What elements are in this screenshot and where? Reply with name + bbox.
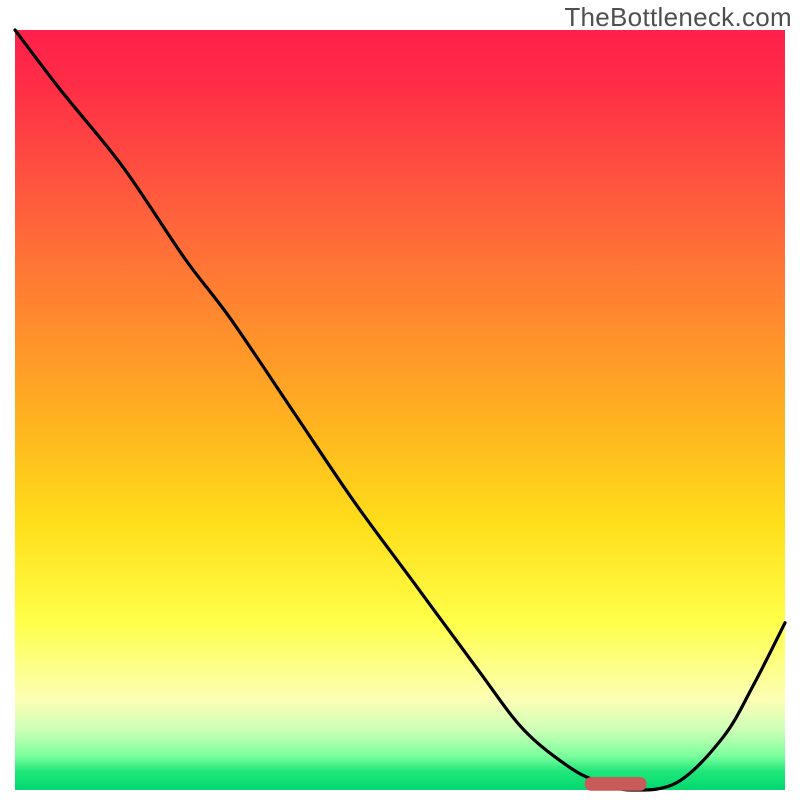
plot-area: [15, 30, 785, 790]
chart-stage: TheBottleneck.com: [0, 0, 800, 800]
optimal-range-marker: [585, 777, 647, 791]
watermark-text: TheBottleneck.com: [564, 2, 792, 33]
curve-svg: [15, 30, 785, 790]
bottleneck-curve: [15, 30, 785, 790]
